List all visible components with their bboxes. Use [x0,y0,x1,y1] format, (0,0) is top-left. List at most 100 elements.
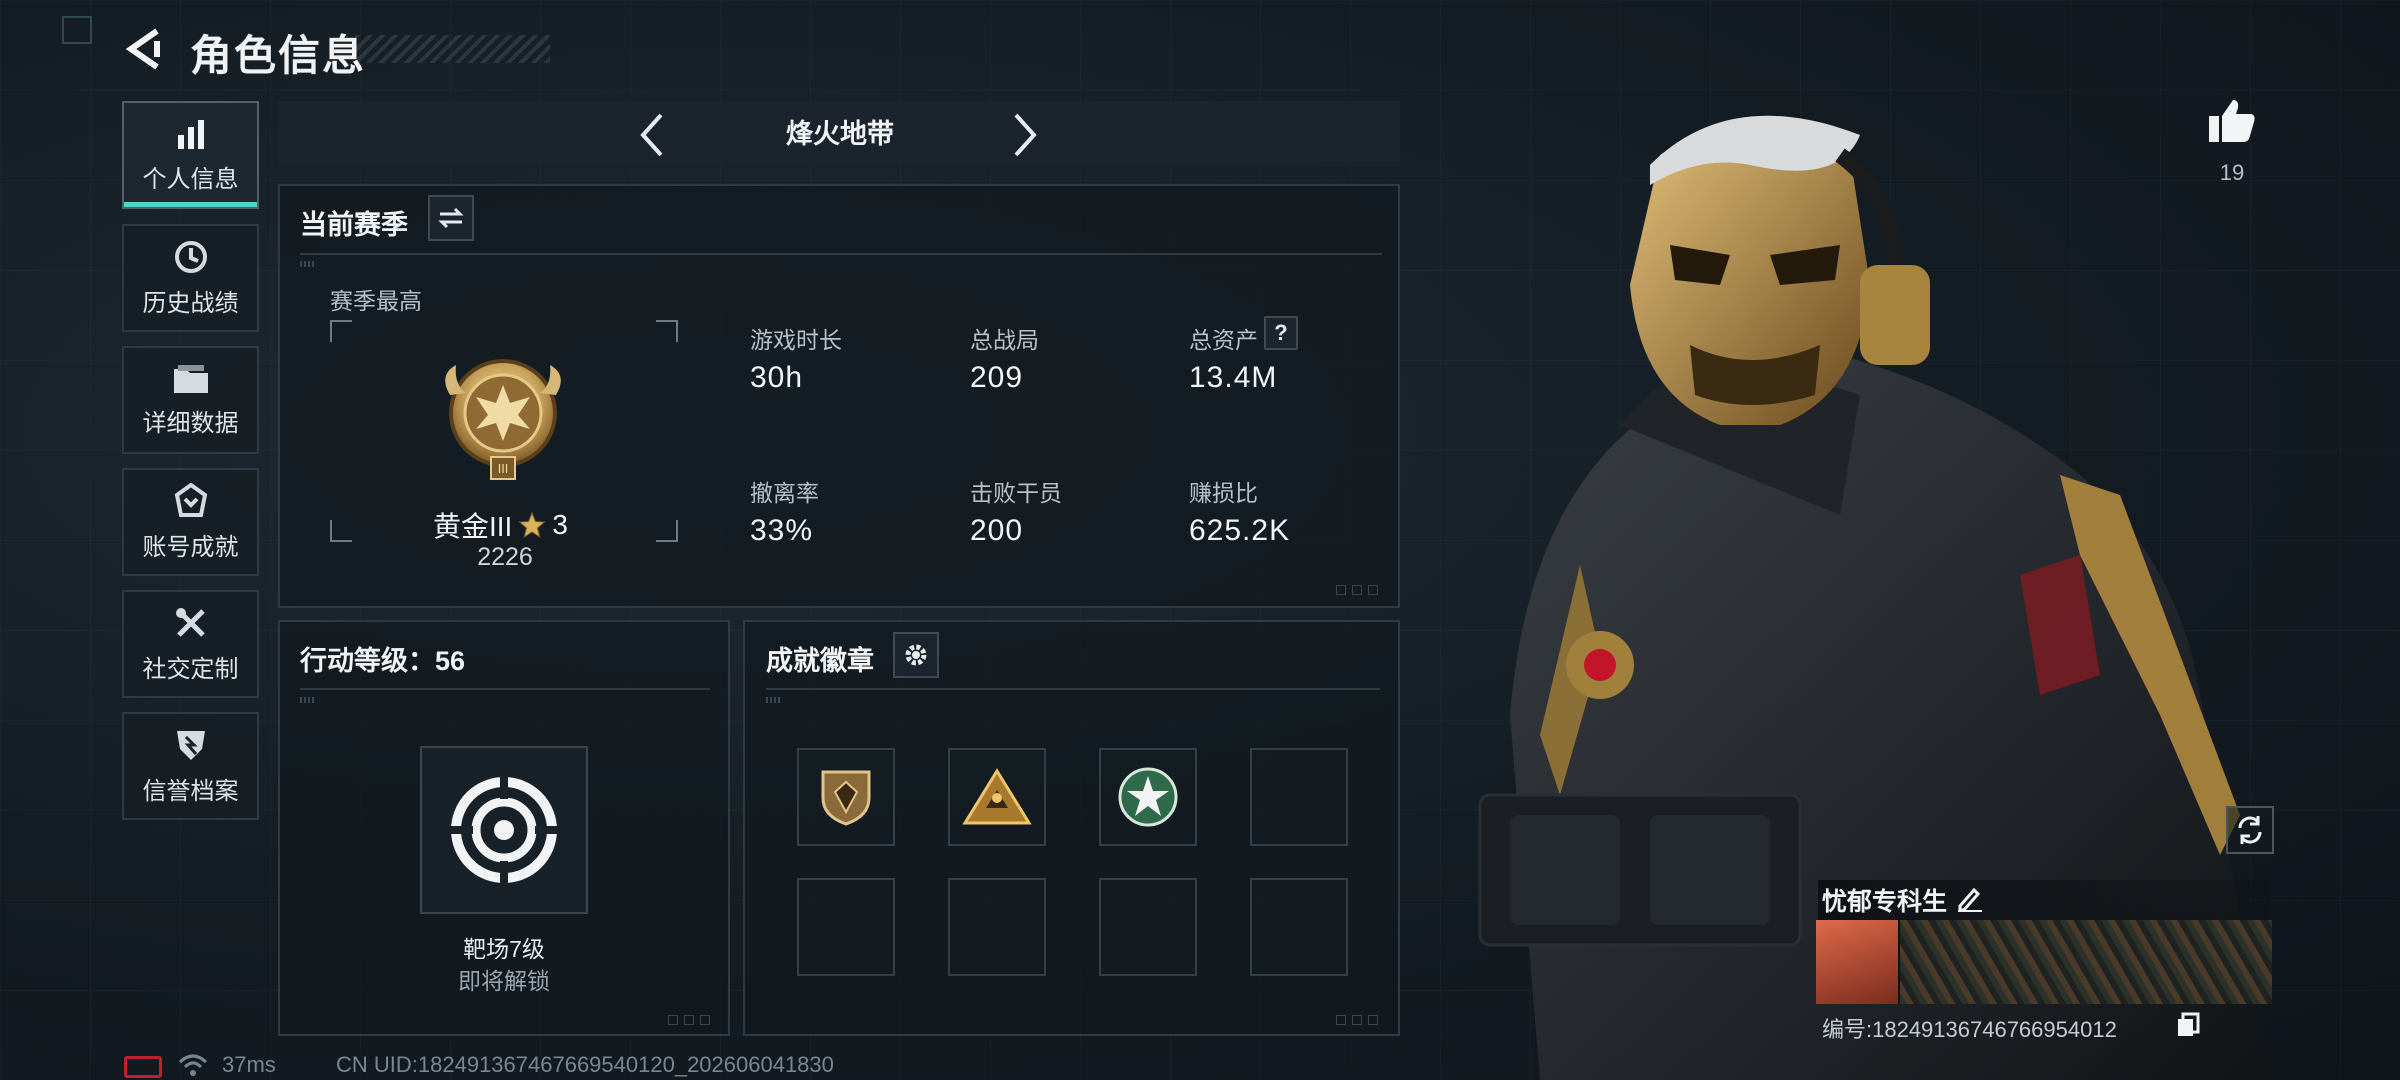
assets-help-button[interactable]: ? [1264,316,1298,350]
panel-corner-decoration [1336,585,1378,595]
rank-row: 黄金III 3 [433,505,568,545]
sidebar-item-label: 信誉档案 [142,777,239,805]
like-count: 19 [2219,160,2245,185]
sidebar-item-label: 社交定制 [142,655,239,683]
thumbs-up-icon [2209,100,2255,142]
player-name: 忧郁专科生 [1822,888,1948,916]
badge-slot[interactable] [1099,748,1197,846]
page-title: 角色信息 [190,32,367,79]
stat-label: 撤离率 [750,480,819,506]
action-divider [300,688,710,690]
unlock-status: 即将解锁 [458,968,550,994]
frame-corner [330,520,352,542]
unlock-name: 靶场7级 [463,936,545,962]
rank-stars: 3 [552,509,568,540]
chevron-left-icon [640,113,663,157]
prev-mode-button[interactable] [630,108,674,162]
back-arrow-icon [125,28,160,70]
sidebar-item-label: 详细数据 [142,409,239,437]
badge-slot[interactable] [797,748,895,846]
star-icon [518,511,547,539]
stat-value: 200 [970,514,1024,547]
rotate-icon [2238,816,2262,844]
swap-icon [438,207,464,229]
question-icon: ? [1274,320,1288,345]
ping-text: 37ms [222,1052,276,1077]
unlock-reward-slot[interactable] [420,746,588,914]
sidebar-item-social[interactable]: 社交定制 [122,590,259,698]
sidebar-item-label: 账号成就 [142,533,239,561]
title-decoration [355,35,550,63]
tick-decoration [300,261,314,267]
badge-settings-button[interactable] [893,632,939,678]
chevron-right-icon [1014,113,1037,157]
player-banner[interactable] [1816,920,2272,1004]
tick-decoration [300,697,314,703]
action-level-title: 行动等级：56 [300,646,466,676]
frame-corner [656,520,678,542]
player-id: 编号:18249136746766954012 [1822,1017,2117,1042]
bar-chart-icon [177,119,204,149]
sidebar-item-label: 历史战绩 [142,289,239,317]
frame-corner [656,320,678,342]
folder-icon [173,364,208,393]
sidebar-item-label: 个人信息 [142,165,239,193]
name-card-art [1900,920,2272,1004]
back-button[interactable] [122,26,164,72]
stat-label: 赚损比 [1189,480,1258,506]
svg-text:III: III [498,462,509,476]
gold-rank-emblem-icon: III [445,359,561,480]
uid-text: CN UID:182491367467669540120_20260604183… [336,1052,834,1077]
badge-slot[interactable] [948,748,1046,846]
badge-slot-empty[interactable] [797,878,895,976]
next-mode-button[interactable] [1003,108,1047,162]
panel-corner-decoration [668,1015,710,1025]
rank-name: 黄金III [433,511,513,542]
triangle-badge-icon [962,768,1032,825]
stat-label: 总战局 [970,327,1039,353]
history-icon [174,240,207,273]
sidebar-item-achievements[interactable]: 账号成就 [122,468,259,576]
badges-title: 成就徽章 [766,646,874,676]
badge-slot-empty[interactable] [1099,878,1197,976]
frame-corner [330,320,352,342]
like-button[interactable] [2207,98,2257,149]
edit-pencil-icon [1958,887,1982,912]
sidebar-item-history[interactable]: 历史战绩 [122,224,259,332]
stat-value: 209 [970,361,1024,394]
stat-value: 30h [750,361,804,394]
player-avatar[interactable] [1816,920,1898,1004]
sidebar-item-detailed-data[interactable]: 详细数据 [122,346,259,454]
panel-corner-decoration [1336,1015,1378,1025]
stat-value: 625.2K [1189,514,1291,547]
star-badge-icon [1118,767,1178,827]
mode-title: 烽火地带 [786,119,894,149]
edit-name-button[interactable] [1956,884,1984,917]
badge-slot-empty[interactable] [1250,878,1348,976]
stat-label: 游戏时长 [750,327,842,353]
badge-slot-empty[interactable] [1250,748,1348,846]
season-title: 当前赛季 [300,210,408,240]
sidebar-item-personal-info[interactable]: 个人信息 [122,101,259,209]
shield-badge-icon [821,770,871,826]
season-best-label: 赛季最高 [330,288,422,314]
badges-divider [766,688,1380,690]
tick-decoration [766,697,780,703]
achievement-icon [174,482,207,517]
wifi-icon [178,1054,208,1080]
stat-value: 33% [750,514,814,547]
rotate-model-button[interactable] [2226,806,2274,854]
battery-low-icon [124,1056,162,1078]
shield-icon [176,730,205,760]
badge-slot-empty[interactable] [948,878,1046,976]
corner-decoration [62,16,92,44]
copy-icon [2178,1012,2200,1036]
switch-season-button[interactable] [428,195,474,241]
stat-label: 击败干员 [970,480,1062,506]
copy-id-button[interactable] [2176,1012,2200,1043]
season-divider [300,253,1382,255]
player-id-row: 编号:18249136746766954012 [1822,1012,2117,1044]
rank-score: 2226 [477,543,533,571]
sidebar-item-credit[interactable]: 信誉档案 [122,712,259,820]
stat-label: 总资产 [1189,327,1258,353]
